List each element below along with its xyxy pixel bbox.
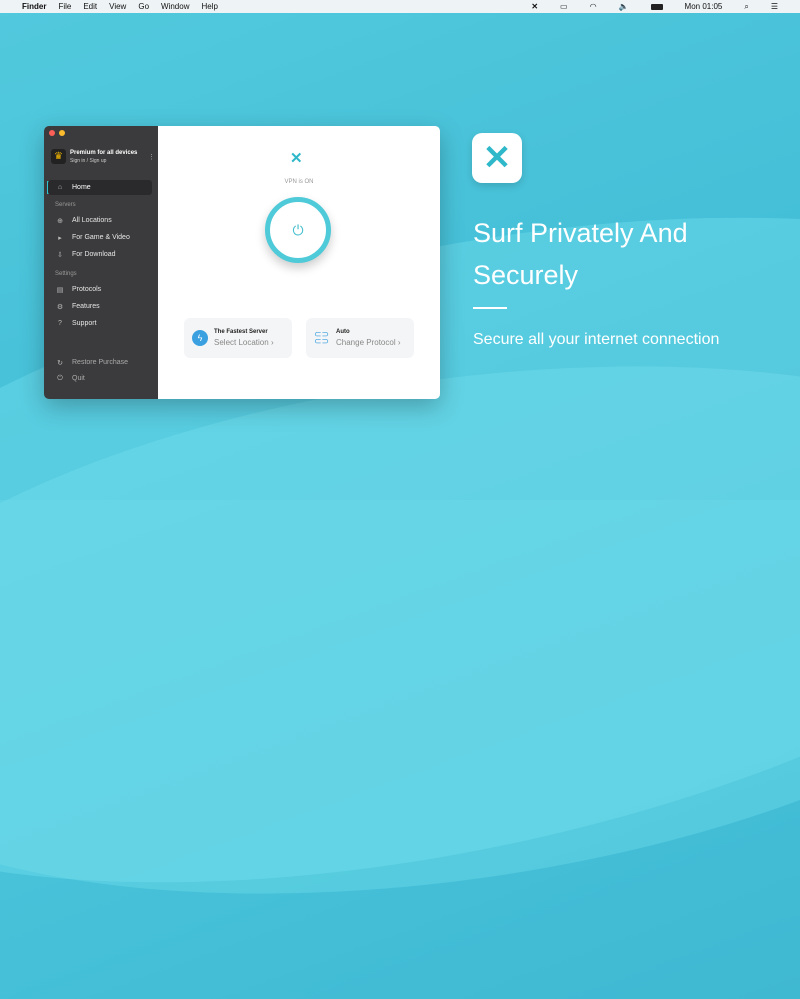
account[interactable]: Premium for all devices Sign in / Sign u… (70, 150, 137, 164)
promo-title: Surf Privately And Securely (473, 212, 688, 296)
promo-title-line: Surf Privately And (473, 218, 688, 248)
protocol-icon: ▤ (56, 286, 64, 294)
wifi-icon[interactable]: ◠ (590, 2, 597, 11)
chevron-right-icon: › (270, 338, 274, 347)
app-icon: ✕ (472, 133, 522, 183)
airplay-icon[interactable]: ▭ (560, 2, 568, 11)
play-icon: ▸ (58, 234, 62, 242)
sidebar-item-label: Restore Purchase (72, 359, 129, 366)
logo-icon: ✕ (290, 150, 303, 167)
home-icon: ⌂ (57, 184, 63, 191)
sidebar-item-label: All Locations (72, 217, 112, 224)
sidebar-item-all-locations[interactable]: ⊕ All Locations (48, 213, 152, 228)
menu-go[interactable]: Go (138, 2, 149, 11)
download-icon: ⇩ (57, 251, 63, 259)
sidebar-item-support[interactable]: ? Support (48, 316, 152, 331)
quit-button[interactable]: ⏻ Quit (48, 371, 152, 386)
menu-window[interactable]: Window (161, 2, 189, 11)
battery-icon[interactable] (650, 3, 663, 10)
sidebar-item-label: Quit (72, 375, 85, 382)
sidebar-item-label: For Download (72, 251, 116, 258)
help-icon: ? (58, 320, 62, 327)
account-title: Premium for all devices (70, 150, 138, 156)
globe-icon: ⊕ (57, 217, 63, 225)
power-icon: ⏻ (57, 374, 63, 382)
protocol-card[interactable]: ⊂⊃ ⊂⊃ Auto Change Protocol › (306, 318, 414, 358)
main-panel: ✕ VPN is ON ⏻ ϟ The Fastest Server Select… (158, 126, 440, 399)
sidebar-item-label: Features (72, 303, 100, 310)
refresh-icon: ↻ (57, 359, 63, 367)
menu-help[interactable]: Help (201, 2, 217, 11)
toggle-icon: ⊂⊃ ⊂⊃ (314, 329, 330, 346)
card-title: The Fastest Server (214, 329, 268, 335)
clock[interactable]: Mon 01:05 (685, 2, 723, 11)
sidebar-item-game-video[interactable]: ▸ For Game & Video (48, 230, 152, 245)
change-protocol-link[interactable]: Change Protocol (336, 338, 396, 347)
vpn-status: VPN is ON (284, 179, 314, 185)
power-button[interactable]: ⏻ (265, 197, 331, 263)
settings-header: Settings (55, 271, 77, 277)
close-button[interactable] (49, 130, 55, 136)
sidebar-item-download[interactable]: ⇩ For Download (48, 247, 152, 262)
vpn-status-icon[interactable]: ✕ (531, 2, 538, 11)
servers-header: Servers (55, 202, 76, 208)
menu-finder[interactable]: Finder (22, 2, 46, 11)
sidebar-item-home[interactable]: ⌂ Home (48, 180, 152, 195)
menu-file[interactable]: File (58, 2, 71, 11)
minimize-button[interactable] (59, 130, 65, 136)
sign-in-link[interactable]: Sign in / Sign up (70, 158, 137, 164)
search-icon[interactable]: ⌕ (744, 2, 748, 12)
sidebar: ♛ Premium for all devices Sign in / Sign… (44, 126, 158, 399)
volume-icon[interactable]: 🔈 (619, 2, 629, 11)
select-location-link[interactable]: Select Location (214, 338, 269, 347)
chevron-right-icon: › (397, 338, 401, 347)
promo-title-line: Securely (473, 260, 579, 290)
menu-edit[interactable]: Edit (83, 2, 97, 11)
lightning-icon: ϟ (192, 330, 208, 346)
more-icon[interactable]: ⋮ (148, 153, 155, 161)
sidebar-item-protocols[interactable]: ▤ Protocols (48, 282, 152, 297)
sidebar-item-label: For Game & Video (72, 234, 130, 241)
sidebar-item-label: Support (72, 320, 97, 327)
power-icon: ⏻ (292, 221, 304, 238)
crown-icon: ♛ (51, 149, 66, 164)
app-window: ♛ Premium for all devices Sign in / Sign… (44, 126, 440, 399)
gear-icon: ⚙ (56, 303, 64, 311)
card-title: Auto (336, 329, 350, 335)
sidebar-item-label: Protocols (72, 286, 102, 293)
divider (473, 307, 507, 309)
server-card[interactable]: ϟ The Fastest Server Select Location › (184, 318, 292, 358)
restore-purchase-button[interactable]: ↻ Restore Purchase (48, 355, 152, 370)
menu-view[interactable]: View (109, 2, 126, 11)
sidebar-item-label: Home (72, 184, 91, 191)
sidebar-item-features[interactable]: ⚙ Features (48, 299, 152, 314)
list-icon[interactable]: ☰ (771, 2, 778, 11)
promo-subtitle: Secure all your internet connection (473, 331, 720, 348)
menu-bar: Finder File Edit View Go Window Help ✕ ▭… (0, 0, 800, 13)
